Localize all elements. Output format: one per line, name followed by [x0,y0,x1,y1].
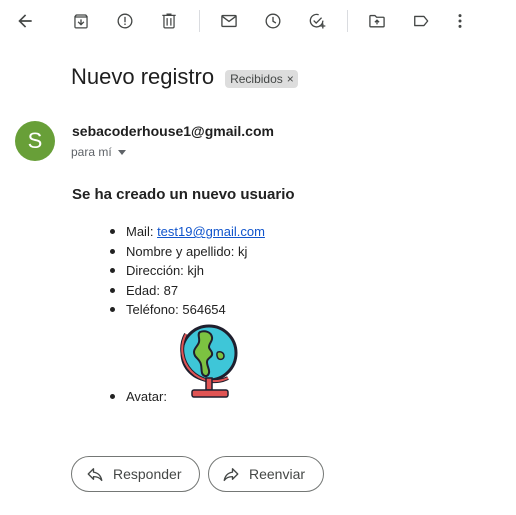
message-heading: Se ha creado un nuevo usuario [72,186,295,203]
label-icon[interactable] [409,9,433,33]
archive-icon[interactable] [69,9,93,33]
list-item-age: Edad: 87 [110,281,265,301]
user-details-list: Mail: test19@gmail.com Nombre y apellido… [110,222,265,320]
recipient-details-toggle[interactable]: para mí [71,145,126,159]
mark-unread-icon[interactable] [217,9,241,33]
reply-button[interactable]: Responder [71,456,200,492]
globe-avatar-image [180,324,238,398]
add-task-icon[interactable] [305,9,329,33]
label-chip-text: Recibidos [230,72,283,86]
delete-icon[interactable] [157,9,181,33]
toolbar [0,0,516,42]
subject-row: Nuevo registro Recibidos × [71,64,298,90]
list-item-phone: Teléfono: 564654 [110,300,265,320]
mail-label: Mail: [126,224,158,239]
recipient-text: para mí [71,145,112,159]
list-item-avatar: Avatar: [110,387,167,406]
toolbar-divider [347,10,348,32]
toolbar-divider [199,10,200,32]
forward-button[interactable]: Reenviar [208,456,324,492]
sender-avatar[interactable]: S [15,121,55,161]
back-icon[interactable] [13,9,37,33]
remove-label-icon[interactable]: × [287,72,294,86]
sender-email[interactable]: sebacoderhouse1@gmail.com [72,123,274,139]
snooze-icon[interactable] [261,9,285,33]
forward-icon [223,468,239,482]
more-options-icon[interactable] [448,9,472,33]
list-item-name: Nombre y apellido: kj [110,242,265,262]
reply-icon [87,468,103,482]
mail-link[interactable]: test19@gmail.com [157,224,265,239]
report-spam-icon[interactable] [113,9,137,33]
forward-label: Reenviar [249,466,306,482]
chevron-down-icon [117,149,126,155]
move-to-icon[interactable] [365,9,389,33]
reply-label: Responder [113,466,182,482]
list-item-mail: Mail: test19@gmail.com [110,222,265,242]
label-chip-inbox[interactable]: Recibidos × [225,70,298,88]
email-subject: Nuevo registro [71,64,215,89]
list-item-address: Dirección: kjh [110,261,265,281]
